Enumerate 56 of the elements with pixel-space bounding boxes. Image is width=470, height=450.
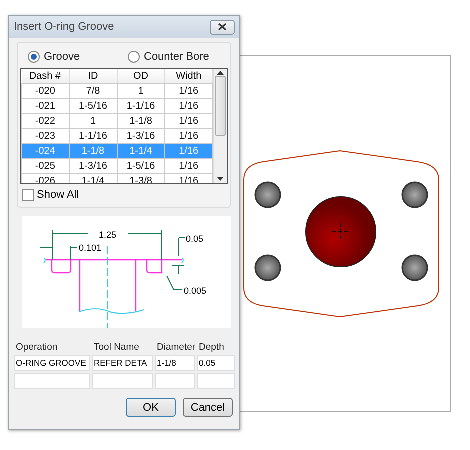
radio-button[interactable] xyxy=(128,51,140,63)
checkbox[interactable] xyxy=(22,189,34,201)
dimension-label: 0.101 xyxy=(79,243,102,253)
table-cell[interactable]: 1/16 xyxy=(164,158,213,174)
table-cell[interactable]: 7/8 xyxy=(69,84,118,98)
checkbox-label: Show All xyxy=(37,189,80,201)
table-cell[interactable]: 1/16 xyxy=(164,84,213,98)
dialog-button[interactable]: Cancel xyxy=(183,398,233,417)
column-label: Depth xyxy=(198,342,226,353)
show-all-checkbox-row[interactable]: Show All xyxy=(20,189,228,201)
table-cell[interactable]: -020 xyxy=(22,84,70,98)
table-cell[interactable]: -023 xyxy=(22,128,70,144)
input-field[interactable]: 0.05 xyxy=(197,355,235,371)
column-label: Diameter xyxy=(156,342,195,353)
scroll-up-icon[interactable] xyxy=(217,69,224,77)
column-header[interactable]: ID xyxy=(69,69,118,84)
table-cell[interactable]: 1 xyxy=(117,84,165,98)
input-field[interactable] xyxy=(155,373,195,389)
table-cell[interactable]: 1-3/16 xyxy=(69,158,118,174)
column-header[interactable]: Dash # xyxy=(22,69,70,84)
input-field[interactable]: O-RING GROOVE xyxy=(14,355,90,371)
window-title: Insert O-ring Groove xyxy=(14,21,114,33)
table-cell[interactable]: -025 xyxy=(22,158,70,174)
scroll-down-icon[interactable] xyxy=(217,175,224,183)
dialog-button[interactable]: OK xyxy=(126,398,176,417)
table-cell[interactable]: 1-3/16 xyxy=(117,128,165,144)
column-label: Tool Name xyxy=(93,342,140,353)
scroll-thumb[interactable] xyxy=(215,76,226,136)
radio-button[interactable] xyxy=(28,51,40,63)
column-header[interactable]: Width xyxy=(164,69,213,84)
close-icon xyxy=(218,23,227,31)
table-cell[interactable]: 1-1/16 xyxy=(69,128,118,144)
radio-option[interactable]: Counter Bore xyxy=(128,51,228,63)
table-cell[interactable]: 1-5/16 xyxy=(69,98,118,114)
input-field[interactable] xyxy=(92,373,153,389)
input-field[interactable]: 1-1/8 xyxy=(155,355,195,371)
input-field[interactable] xyxy=(197,373,235,389)
table-cell[interactable]: 1/16 xyxy=(164,98,213,114)
table-cell[interactable]: 1/16 xyxy=(164,114,213,128)
table-cell[interactable]: 1-1/8 xyxy=(117,114,165,128)
column-header[interactable]: OD xyxy=(117,69,165,84)
input-field[interactable]: REFER DETA xyxy=(92,355,153,371)
input-field[interactable] xyxy=(14,373,90,389)
dimension-label: 0.005 xyxy=(184,286,207,296)
table-cell[interactable]: 1-1/16 xyxy=(117,98,165,114)
scroll-bar[interactable] xyxy=(213,69,227,183)
radio-option[interactable]: Groove xyxy=(28,51,128,63)
table-cell[interactable]: 1-5/16 xyxy=(117,158,165,174)
dimension-label: 1.25 xyxy=(99,230,117,240)
close-button[interactable] xyxy=(210,20,235,34)
table-cell[interactable]: -021 xyxy=(22,98,70,114)
dimension-label: 0.05 xyxy=(186,234,204,244)
table-cell[interactable]: 1/16 xyxy=(164,128,213,144)
table-cell[interactable]: -022 xyxy=(22,114,70,128)
table-cell[interactable]: 1 xyxy=(69,114,118,128)
column-label: Operation xyxy=(15,342,59,353)
